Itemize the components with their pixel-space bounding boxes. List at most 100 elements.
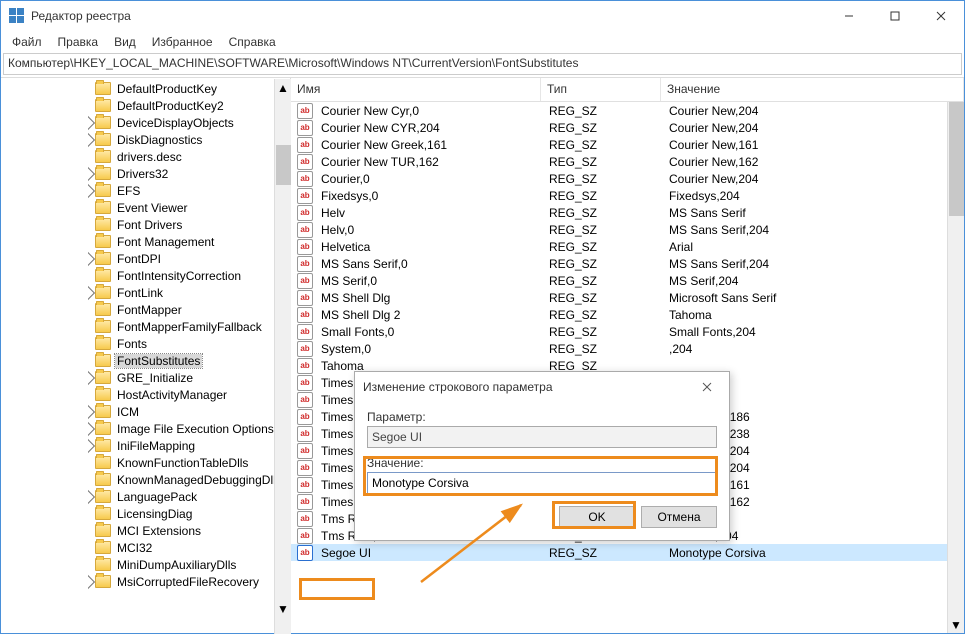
list-row[interactable]: abSmall Fonts,0REG_SZSmall Fonts,204 xyxy=(291,323,964,340)
tree-item[interactable]: Font Management xyxy=(1,233,290,250)
list-row[interactable]: abCourier New Cyr,0REG_SZCourier New,204 xyxy=(291,102,964,119)
tree-item[interactable]: FontDPI xyxy=(1,250,290,267)
minimize-button[interactable] xyxy=(826,1,872,31)
scroll-thumb[interactable] xyxy=(949,96,964,216)
list-row[interactable]: abSegoe UIREG_SZMonotype Corsiva xyxy=(291,544,964,561)
list-row[interactable]: abMS Serif,0REG_SZMS Serif,204 xyxy=(291,272,964,289)
menu-файл[interactable]: Файл xyxy=(5,33,49,51)
list-row[interactable]: abCourier New TUR,162REG_SZCourier New,1… xyxy=(291,153,964,170)
tree-item[interactable]: drivers.desc xyxy=(1,148,290,165)
menu-избранное[interactable]: Избранное xyxy=(145,33,220,51)
value-input[interactable] xyxy=(367,472,717,494)
cell-type: REG_SZ xyxy=(543,274,663,288)
tree-item[interactable]: DefaultProductKey xyxy=(1,80,290,97)
list-row[interactable]: abMS Shell DlgREG_SZMicrosoft Sans Serif xyxy=(291,289,964,306)
tree-label: LicensingDiag xyxy=(115,507,194,521)
list-scrollbar[interactable]: ▲ ▼ xyxy=(947,78,964,633)
dialog-body: Параметр: Segoe UI Значение: OK Отмена xyxy=(355,402,729,540)
tree-item[interactable]: MCI Extensions xyxy=(1,522,290,539)
tree-item[interactable]: HostActivityManager xyxy=(1,386,290,403)
folder-icon xyxy=(95,456,111,469)
string-value-icon: ab xyxy=(297,324,313,340)
tree-label: MsiCorruptedFileRecovery xyxy=(115,575,261,589)
scroll-thumb[interactable] xyxy=(276,145,291,185)
tree-item[interactable]: FontIntensityCorrection xyxy=(1,267,290,284)
cell-type: REG_SZ xyxy=(543,257,663,271)
tree-label: Drivers32 xyxy=(115,167,170,181)
tree-item[interactable]: LicensingDiag xyxy=(1,505,290,522)
scroll-up-icon[interactable]: ▲ xyxy=(275,79,291,96)
tree-item[interactable]: MCI32 xyxy=(1,539,290,556)
menu-вид[interactable]: Вид xyxy=(107,33,143,51)
tree-label: Event Viewer xyxy=(115,201,189,215)
cell-name: MS Shell Dlg 2 xyxy=(315,308,543,322)
cell-type: REG_SZ xyxy=(543,104,663,118)
tree-pane[interactable]: DefaultProductKeyDefaultProductKey2Devic… xyxy=(1,78,291,633)
tree-item[interactable]: DiskDiagnostics xyxy=(1,131,290,148)
tree-item[interactable]: Font Drivers xyxy=(1,216,290,233)
cell-name: MS Shell Dlg xyxy=(315,291,543,305)
tree-item[interactable]: KnownFunctionTableDlls xyxy=(1,454,290,471)
ok-button[interactable]: OK xyxy=(559,506,635,528)
tree-item[interactable]: ICM xyxy=(1,403,290,420)
list-row[interactable]: abHelveticaREG_SZArial xyxy=(291,238,964,255)
tree-label: EFS xyxy=(115,184,142,198)
tree-item[interactable]: FontMapperFamilyFallback xyxy=(1,318,290,335)
list-row[interactable]: abMS Shell Dlg 2REG_SZTahoma xyxy=(291,306,964,323)
tree-item[interactable]: DeviceDisplayObjects xyxy=(1,114,290,131)
folder-icon xyxy=(95,558,111,571)
list-row[interactable]: abMS Sans Serif,0REG_SZMS Sans Serif,204 xyxy=(291,255,964,272)
list-pane[interactable]: Имя Тип Значение abCourier New Cyr,0REG_… xyxy=(291,78,964,633)
maximize-button[interactable] xyxy=(872,1,918,31)
tree-label: FontMapperFamilyFallback xyxy=(115,320,264,334)
tree-item[interactable]: FontSubstitutes xyxy=(1,352,290,369)
tree-item[interactable]: MsiCorruptedFileRecovery xyxy=(1,573,290,590)
folder-icon xyxy=(95,422,111,435)
cell-name: Courier New Cyr,0 xyxy=(315,104,543,118)
tree-item[interactable]: DefaultProductKey2 xyxy=(1,97,290,114)
list-row[interactable]: abSystem,0REG_SZ,204 xyxy=(291,340,964,357)
list-row[interactable]: abHelvREG_SZMS Sans Serif xyxy=(291,204,964,221)
tree-item[interactable]: Event Viewer xyxy=(1,199,290,216)
folder-icon xyxy=(95,541,111,554)
cancel-button[interactable]: Отмена xyxy=(641,506,717,528)
tree-item[interactable]: IniFileMapping xyxy=(1,437,290,454)
cell-value: MS Sans Serif,204 xyxy=(663,223,964,237)
list-header: Имя Тип Значение xyxy=(291,78,964,102)
tree-item[interactable]: FontMapper xyxy=(1,301,290,318)
scroll-down-icon[interactable]: ▼ xyxy=(275,600,291,617)
col-name[interactable]: Имя xyxy=(291,78,541,101)
close-button[interactable] xyxy=(918,1,964,31)
tree-item[interactable]: LanguagePack xyxy=(1,488,290,505)
string-value-icon: ab xyxy=(297,358,313,374)
col-type[interactable]: Тип xyxy=(541,78,661,101)
tree-scrollbar[interactable]: ▲ ▼ xyxy=(274,79,291,634)
list-row[interactable]: abCourier New Greek,161REG_SZCourier New… xyxy=(291,136,964,153)
list-row[interactable]: abHelv,0REG_SZMS Sans Serif,204 xyxy=(291,221,964,238)
menu-правка[interactable]: Правка xyxy=(51,33,106,51)
string-value-icon: ab xyxy=(297,103,313,119)
list-row[interactable]: abCourier,0REG_SZCourier New,204 xyxy=(291,170,964,187)
dialog-close-button[interactable] xyxy=(693,376,721,398)
dialog-title-bar[interactable]: Изменение строкового параметра xyxy=(355,372,729,402)
tree-item[interactable]: MiniDumpAuxiliaryDlls xyxy=(1,556,290,573)
list-row[interactable]: abCourier New CYR,204REG_SZCourier New,2… xyxy=(291,119,964,136)
col-value[interactable]: Значение xyxy=(661,78,964,101)
tree-item[interactable]: Image File Execution Options xyxy=(1,420,290,437)
address-bar[interactable]: Компьютер\HKEY_LOCAL_MACHINE\SOFTWARE\Mi… xyxy=(3,53,962,75)
cell-value: ,204 xyxy=(663,342,964,356)
tree-item[interactable]: KnownManagedDebuggingDlls xyxy=(1,471,290,488)
tree-item[interactable]: Drivers32 xyxy=(1,165,290,182)
tree-item[interactable]: EFS xyxy=(1,182,290,199)
menu-справка[interactable]: Справка xyxy=(222,33,283,51)
folder-icon xyxy=(95,133,111,146)
cell-type: REG_SZ xyxy=(543,308,663,322)
tree-item[interactable]: Fonts xyxy=(1,335,290,352)
list-row[interactable]: abFixedsys,0REG_SZFixedsys,204 xyxy=(291,187,964,204)
string-value-icon: ab xyxy=(297,341,313,357)
string-value-icon: ab xyxy=(297,528,313,544)
tree-item[interactable]: GRE_Initialize xyxy=(1,369,290,386)
tree-item[interactable]: FontLink xyxy=(1,284,290,301)
folder-icon xyxy=(95,82,111,95)
scroll-down-icon[interactable]: ▼ xyxy=(948,616,964,633)
